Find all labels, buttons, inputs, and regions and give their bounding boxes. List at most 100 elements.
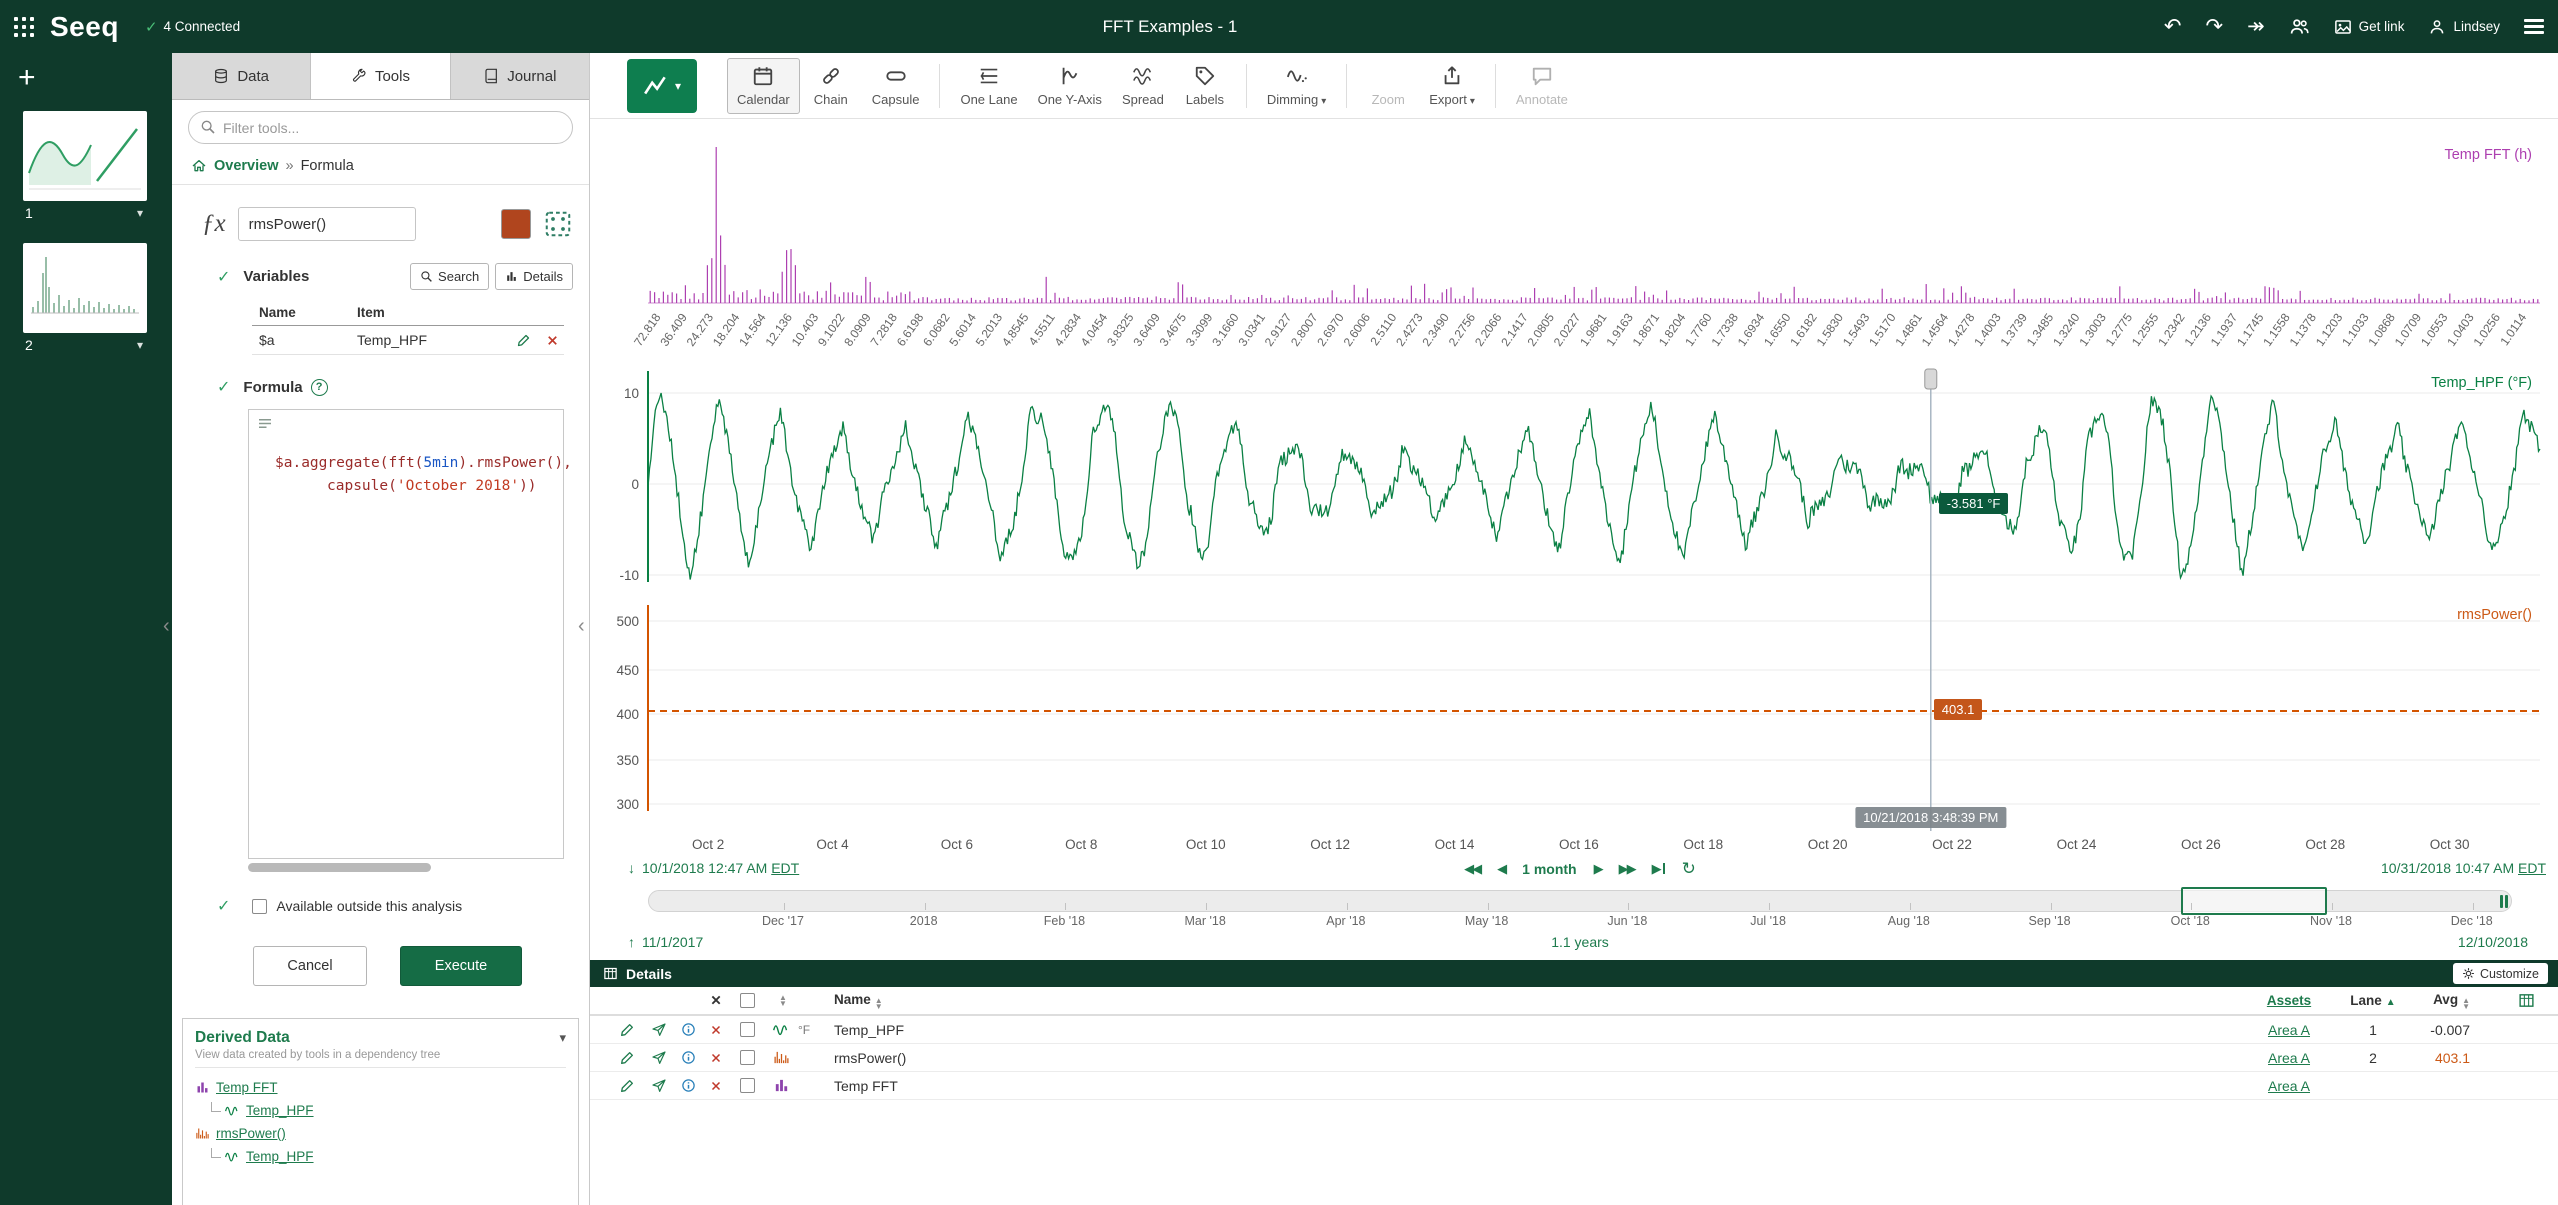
edit-item-icon[interactable]: [619, 1022, 635, 1038]
edit-item-icon[interactable]: [619, 1050, 635, 1066]
add-worksheet-button[interactable]: +: [0, 63, 172, 101]
details-row[interactable]: Temp FFT Area A: [590, 1072, 2558, 1100]
worksheet-1-menu-icon[interactable]: ▾: [137, 206, 143, 220]
derived-item-link[interactable]: Temp_HPF: [246, 1149, 314, 1164]
trend-chart-area[interactable]: 10 0 -10 500 450 400 350 300 72.818 36.409 24.273 1…: [590, 119, 2558, 857]
send-item-icon[interactable]: [651, 1050, 667, 1066]
display-type-dropdown[interactable]: ▾: [627, 58, 697, 113]
redo-icon[interactable]: ↷: [2205, 16, 2223, 37]
details-row[interactable]: °F Temp_HPF Area A 1 -0.007: [590, 1016, 2558, 1044]
select-all-checkbox[interactable]: [739, 993, 755, 1008]
derived-item-link[interactable]: rmsPower(): [216, 1126, 286, 1141]
asset-link[interactable]: Area A: [2268, 1078, 2310, 1094]
step-to-end-icon[interactable]: ▶: [1652, 861, 1665, 877]
trend-chart[interactable]: 10 0 -10 500 450 400 350 300 72.81836.40924.2731…: [590, 119, 2558, 857]
color-swatch-button[interactable]: [501, 209, 531, 239]
asset-matrix-icon[interactable]: [543, 209, 573, 239]
breadcrumb-overview-link[interactable]: Overview: [214, 158, 279, 174]
fast-forward-icon[interactable]: ↠: [2247, 16, 2265, 37]
lane-header[interactable]: Lane ▲: [2344, 993, 2402, 1008]
customize-button[interactable]: Customize: [2452, 963, 2548, 984]
tab-journal[interactable]: Journal: [450, 53, 589, 99]
sort-type-icon[interactable]: ▲ ▼: [779, 993, 787, 1007]
item-name[interactable]: Temp_HPF: [834, 1022, 2234, 1038]
avg-header[interactable]: Avg ▲ ▼: [2402, 992, 2494, 1011]
get-link-button[interactable]: Get link: [2334, 18, 2404, 36]
tab-data[interactable]: Data: [172, 53, 312, 99]
apps-grid-icon[interactable]: [12, 15, 36, 39]
row-checkbox[interactable]: [739, 1078, 755, 1093]
undo-icon[interactable]: ↶: [2164, 16, 2182, 37]
step-back-full-icon[interactable]: ◀◀: [1464, 861, 1482, 877]
row-checkbox[interactable]: [739, 1050, 755, 1065]
derived-collapse-icon[interactable]: ▾: [559, 1030, 566, 1046]
formula-name-input[interactable]: [237, 207, 416, 241]
variables-search-button[interactable]: Search: [410, 263, 490, 290]
remove-item-icon[interactable]: [709, 1079, 723, 1093]
user-menu[interactable]: Lindsey: [2428, 18, 2500, 36]
toolbar-button[interactable]: Capsule: [862, 58, 930, 114]
asset-link[interactable]: Area A: [2268, 1022, 2310, 1038]
refresh-icon[interactable]: ↻: [1682, 859, 1696, 879]
step-forward-full-icon[interactable]: ▶▶: [1619, 861, 1637, 877]
toolbar-button[interactable]: Chain: [800, 58, 862, 114]
send-item-icon[interactable]: [651, 1078, 667, 1094]
formula-code[interactable]: $a.aggregate(fft(5min).rmsPower(), capsul…: [275, 452, 572, 498]
send-item-icon[interactable]: [651, 1022, 667, 1038]
edit-variable-icon[interactable]: [516, 333, 531, 348]
filter-tools-input[interactable]: [188, 111, 573, 144]
toolbar-button[interactable]: Dimming ▾: [1257, 58, 1336, 114]
info-icon[interactable]: [681, 1022, 696, 1037]
formula-help-icon[interactable]: ?: [310, 378, 328, 396]
toolbar-button[interactable]: Calendar: [727, 57, 800, 114]
worksheet-thumb-1[interactable]: 1 ▾: [23, 111, 149, 221]
remove-all-header[interactable]: ✕: [702, 993, 730, 1009]
range-duration-label[interactable]: 1 month: [1522, 861, 1576, 877]
tab-tools[interactable]: Tools: [311, 53, 451, 99]
toolbar-button[interactable]: Export ▾: [1419, 58, 1485, 114]
name-header[interactable]: Name ▲ ▼: [834, 992, 2234, 1011]
item-name[interactable]: Temp FFT: [834, 1078, 2234, 1094]
toolbar-button[interactable]: Annotate: [1506, 58, 1578, 114]
timezone-link[interactable]: EDT: [2518, 860, 2546, 876]
users-icon[interactable]: [2289, 16, 2310, 37]
collapse-tools-icon[interactable]: ‹: [578, 615, 585, 638]
worksheet-thumb-2[interactable]: 2 ▾: [23, 243, 149, 353]
derived-item-link[interactable]: Temp_HPF: [246, 1103, 314, 1118]
derived-item-link[interactable]: Temp FFT: [216, 1080, 278, 1095]
execute-button[interactable]: Execute: [400, 946, 522, 986]
available-checkbox[interactable]: [252, 898, 268, 914]
timeline-end-grip[interactable]: [2500, 895, 2508, 908]
home-icon[interactable]: [191, 158, 207, 174]
up-arrow-icon[interactable]: ↑: [628, 934, 635, 950]
remove-item-icon[interactable]: [709, 1051, 723, 1065]
toolbar-button[interactable]: One Lane: [950, 58, 1027, 114]
timeline-selection[interactable]: [2181, 887, 2327, 915]
details-row[interactable]: rmsPower() Area A 2 403.1: [590, 1044, 2558, 1072]
columns-icon[interactable]: [2518, 992, 2535, 1009]
toolbar-button[interactable]: Spread: [1112, 58, 1174, 114]
worksheet-2-menu-icon[interactable]: ▾: [137, 338, 143, 352]
item-name[interactable]: rmsPower(): [834, 1050, 2234, 1066]
down-arrow-icon[interactable]: ↓: [628, 860, 635, 876]
row-checkbox[interactable]: [739, 1022, 755, 1037]
toolbar-button[interactable]: Labels: [1174, 58, 1236, 114]
formula-code-editor[interactable]: $a.aggregate(fft(5min).rmsPower(), capsul…: [248, 409, 572, 859]
variables-details-button[interactable]: Details: [495, 263, 573, 290]
assets-header[interactable]: Assets: [2234, 993, 2344, 1008]
remove-item-icon[interactable]: [709, 1023, 723, 1037]
timeline-scrubber[interactable]: [648, 887, 2512, 915]
toolbar-button[interactable]: One Y-Axis: [1028, 58, 1112, 114]
investigate-end[interactable]: 12/10/2018: [2458, 934, 2528, 950]
cancel-button[interactable]: Cancel: [253, 946, 367, 986]
step-back-icon[interactable]: ◀: [1497, 861, 1507, 877]
edit-item-icon[interactable]: [619, 1078, 635, 1094]
hamburger-menu-icon[interactable]: [2524, 19, 2544, 34]
step-forward-icon[interactable]: ▶: [1594, 861, 1604, 877]
info-icon[interactable]: [681, 1050, 696, 1065]
remove-variable-icon[interactable]: [545, 333, 560, 348]
toolbar-button[interactable]: Zoom: [1357, 58, 1419, 114]
info-icon[interactable]: [681, 1078, 696, 1093]
asset-link[interactable]: Area A: [2268, 1050, 2310, 1066]
hscrollbar-thumb[interactable]: [248, 863, 432, 872]
